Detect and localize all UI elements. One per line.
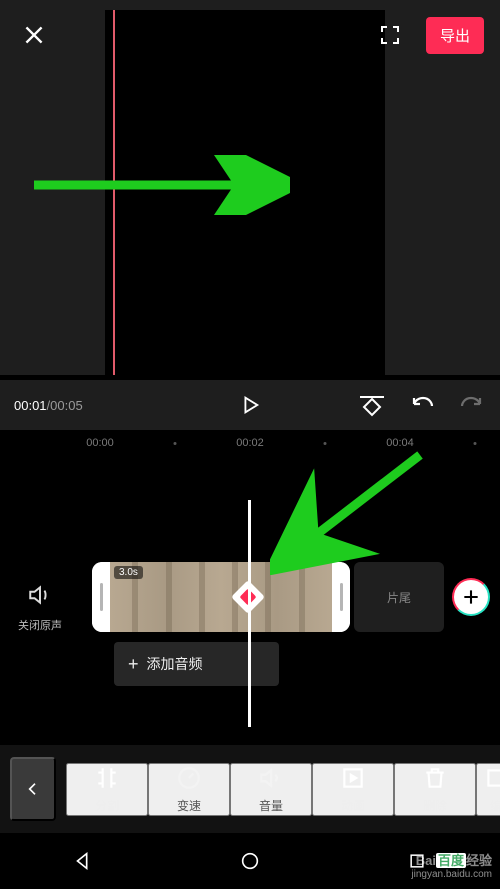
tail-clip-label: 片尾: [387, 589, 411, 606]
keyframe-button[interactable]: [358, 391, 386, 419]
edit-icon: [483, 765, 500, 791]
clip-duration-badge: 3.0s: [114, 566, 143, 579]
speaker-icon: [27, 582, 53, 608]
tool-scroll[interactable]: 分割 变速 音量 动画 删除 编: [66, 763, 500, 816]
player-controls: 00:01/00:05: [0, 380, 500, 430]
ruler-dot: [474, 442, 477, 445]
tool-speed[interactable]: 变速: [148, 763, 230, 816]
speed-icon: [176, 765, 202, 791]
add-clip-button[interactable]: [452, 578, 490, 616]
volume-icon: [258, 765, 284, 791]
ruler-mark: 00:00: [86, 437, 114, 449]
fullscreen-icon: [378, 23, 402, 47]
timeline-playhead[interactable]: [248, 500, 251, 727]
total-time: 00:05: [50, 398, 83, 413]
close-button[interactable]: [16, 17, 52, 53]
time-display: 00:01/00:05: [14, 398, 83, 413]
play-button[interactable]: [232, 387, 268, 423]
tool-animation[interactable]: 动画: [312, 763, 394, 816]
delete-icon: [422, 765, 448, 791]
tool-split[interactable]: 分割: [66, 763, 148, 816]
diamond-icon: [358, 393, 386, 417]
back-button[interactable]: [10, 757, 56, 821]
redo-button[interactable]: [458, 391, 486, 419]
current-time: 00:01: [14, 398, 47, 413]
fullscreen-button[interactable]: [372, 17, 408, 53]
plus-icon: [461, 587, 481, 607]
tutorial-arrow-diagonal: [270, 445, 440, 575]
add-audio-label: 添加音频: [147, 654, 203, 674]
export-button[interactable]: 导出: [426, 17, 484, 54]
tool-delete[interactable]: 删除: [394, 763, 476, 816]
undo-button[interactable]: [408, 391, 436, 419]
mute-original-button[interactable]: 关闭原声: [8, 582, 72, 633]
chevron-left-icon: [25, 778, 41, 800]
bottom-toolbar: 分割 变速 音量 动画 删除 编: [0, 745, 500, 833]
tool-edit[interactable]: 编: [476, 763, 500, 816]
top-bar: 导出: [0, 0, 500, 70]
mute-label: 关闭原声: [8, 617, 72, 633]
watermark: Bai百度经验 jingyan.baidu.com: [411, 853, 492, 881]
tutorial-arrow-horizontal: [30, 155, 290, 215]
plus-icon: +: [128, 654, 139, 675]
close-icon: [21, 22, 47, 48]
clip-handle-left[interactable]: [92, 562, 110, 632]
ruler-mark: 00:02: [236, 437, 264, 449]
nav-home-button[interactable]: [232, 843, 268, 879]
play-icon: [239, 394, 261, 416]
redo-icon: [459, 393, 485, 417]
tool-volume[interactable]: 音量: [230, 763, 312, 816]
circle-home-icon: [239, 850, 261, 872]
nav-back-button[interactable]: [65, 843, 101, 879]
undo-icon: [409, 393, 435, 417]
split-icon: [94, 765, 120, 791]
system-nav-bar: Bai百度经验 jingyan.baidu.com: [0, 833, 500, 889]
animation-icon: [340, 765, 366, 791]
add-audio-button[interactable]: + 添加音频: [114, 642, 279, 686]
triangle-back-icon: [72, 850, 94, 872]
ruler-dot: [174, 442, 177, 445]
